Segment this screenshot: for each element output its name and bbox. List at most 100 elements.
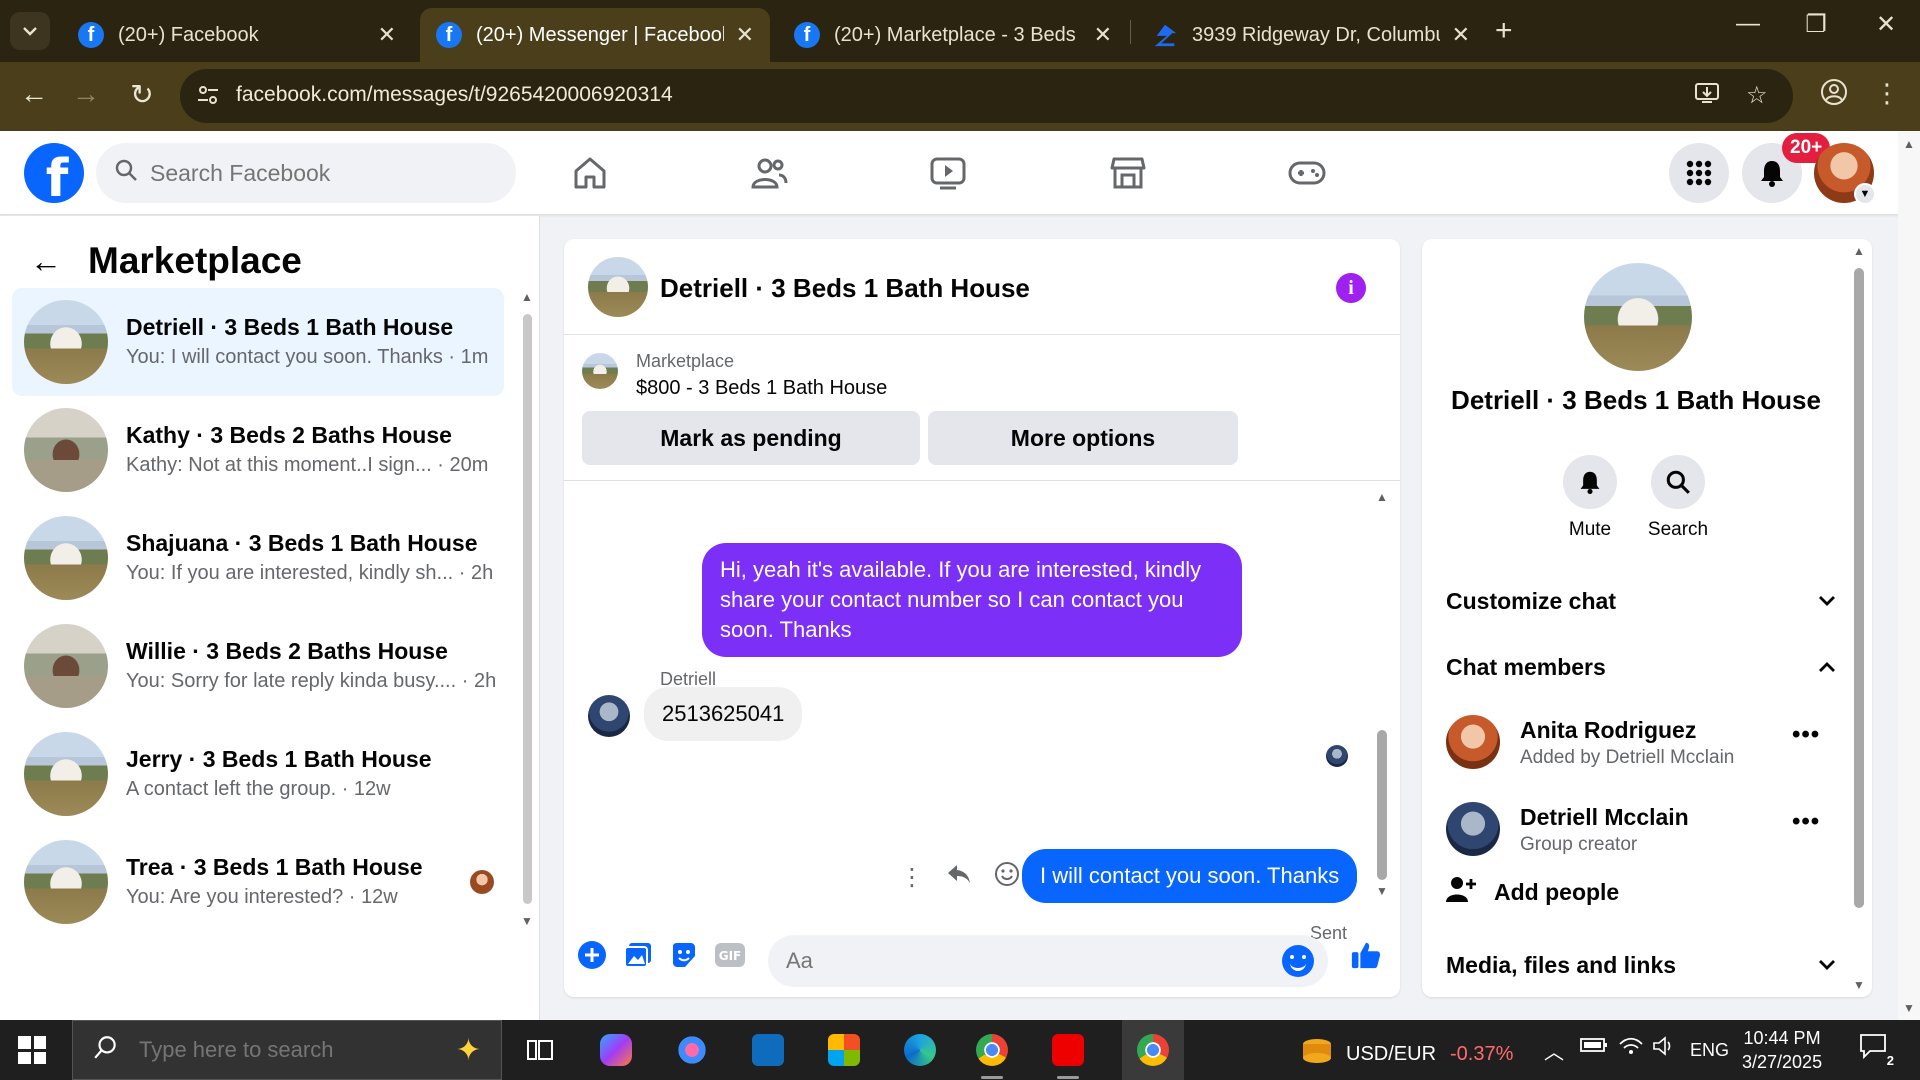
chrome-icon[interactable] [970, 1030, 1014, 1070]
gif-icon[interactable]: GIF [714, 939, 746, 971]
chat-avatar[interactable] [588, 257, 648, 317]
home-icon[interactable] [570, 153, 610, 193]
mute-button[interactable]: Mute [1545, 455, 1635, 541]
microsoft-store-icon[interactable] [822, 1030, 866, 1070]
info-panel-scrollbar[interactable]: ▲ ▼ [1852, 244, 1866, 992]
scroll-down-icon[interactable]: ▼ [1852, 978, 1866, 992]
bookmark-star-icon[interactable]: ☆ [1746, 81, 1768, 110]
mark-as-pending-button[interactable]: Mark as pending [582, 411, 920, 465]
search-input[interactable] [150, 159, 450, 187]
message-input-box[interactable] [768, 935, 1328, 987]
scroll-down-icon[interactable]: ▼ [1902, 1001, 1916, 1015]
scroll-up-icon[interactable]: ▲ [520, 290, 534, 304]
volume-icon[interactable] [1652, 1036, 1676, 1062]
marketplace-icon[interactable] [1108, 153, 1148, 193]
emoji-icon[interactable] [1282, 945, 1314, 977]
chat-scrollbar[interactable]: ▲ ▼ [1375, 490, 1389, 900]
conversation-item[interactable]: Detriell · 3 Beds 1 Bath House You: I wi… [12, 288, 504, 396]
sender-avatar[interactable] [588, 695, 630, 737]
close-icon[interactable]: ✕ [1452, 22, 1470, 48]
menu-grid-button[interactable] [1669, 143, 1729, 203]
plus-icon[interactable] [576, 939, 608, 971]
add-people-button[interactable]: Add people [1446, 875, 1619, 909]
wifi-icon[interactable] [1618, 1036, 1644, 1062]
facebook-logo[interactable]: f [24, 143, 84, 203]
copilot-sparkle-icon[interactable]: ✦ [456, 1033, 481, 1068]
chat-info-avatar[interactable] [1584, 263, 1692, 371]
scrollbar-thumb[interactable] [1377, 730, 1387, 880]
chat-title[interactable]: Detriell · 3 Beds 1 Bath House [660, 273, 1030, 304]
taskbar-search[interactable]: ✦ [72, 1020, 502, 1080]
gaming-icon[interactable] [1287, 153, 1327, 193]
video-icon[interactable] [928, 153, 968, 193]
edge-icon[interactable] [898, 1030, 942, 1070]
show-hidden-icons[interactable]: ︿ [1544, 1036, 1564, 1065]
system-clock[interactable]: 10:44 PM 3/27/2025 [1742, 1026, 1822, 1074]
conversation-list-scrollbar[interactable]: ▲ ▼ [520, 290, 534, 930]
info-icon[interactable]: i [1336, 273, 1366, 303]
scrollbar-thumb[interactable] [523, 314, 532, 904]
snipping-tool-icon[interactable] [670, 1030, 714, 1070]
chat-members-section[interactable]: Chat members [1446, 647, 1836, 687]
conversation-item[interactable]: Shajuana · 3 Beds 1 Bath House You: If y… [12, 504, 504, 612]
reply-icon[interactable] [946, 863, 972, 892]
new-tab-button[interactable]: + [1495, 14, 1513, 48]
task-view-icon[interactable] [518, 1030, 562, 1070]
incoming-message[interactable]: 2513625041 [644, 687, 803, 741]
copilot-app-icon[interactable] [594, 1030, 638, 1070]
close-icon[interactable]: ✕ [378, 22, 396, 48]
scroll-up-icon[interactable]: ▲ [1852, 244, 1866, 258]
scroll-up-icon[interactable]: ▲ [1902, 137, 1916, 151]
scroll-down-icon[interactable]: ▼ [1375, 884, 1389, 898]
friends-icon[interactable] [749, 153, 789, 193]
notification-center-icon[interactable]: 2 [1858, 1032, 1894, 1068]
conversation-item[interactable]: Kathy · 3 Beds 2 Baths House Kathy: Not … [12, 396, 504, 504]
close-icon[interactable]: ✕ [736, 22, 754, 48]
chat-member-item[interactable]: Anita Rodriguez Added by Detriell Mcclai… [1446, 711, 1836, 777]
taskbar-search-input[interactable] [139, 1037, 399, 1063]
browser-tab-facebook[interactable]: f (20+) Facebook ✕ [62, 8, 412, 62]
conversation-item[interactable]: Trea · 3 Beds 1 Bath House You: Are you … [12, 828, 504, 936]
outgoing-message[interactable]: I will contact you soon. Thanks [1022, 849, 1358, 903]
address-bar[interactable]: facebook.com/messages/t/9265420006920314… [180, 69, 1793, 123]
scroll-down-icon[interactable]: ▼ [520, 914, 534, 928]
sticker-icon[interactable] [668, 939, 700, 971]
stock-ticker-widget[interactable]: USD/EUR -0.37% [1300, 1036, 1513, 1072]
browser-menu-icon[interactable]: ⋮ [1874, 78, 1900, 109]
message-input[interactable] [786, 948, 1266, 974]
media-files-links-section[interactable]: Media, files and links [1446, 945, 1836, 985]
browser-tab-marketplace[interactable]: f (20+) Marketplace - 3 Beds 1 B ✕ [778, 8, 1128, 62]
listing-thumbnail[interactable] [582, 353, 618, 389]
profile-icon[interactable] [1814, 78, 1854, 113]
url-text[interactable]: facebook.com/messages/t/9265420006920314 [236, 83, 673, 107]
close-icon[interactable]: ✕ [1094, 22, 1112, 48]
customize-chat-section[interactable]: Customize chat [1446, 581, 1836, 621]
site-settings-icon[interactable] [196, 83, 222, 109]
more-actions-icon[interactable]: ⋮ [900, 863, 924, 892]
photo-icon[interactable] [622, 939, 654, 971]
page-scrollbar[interactable]: ▲ ▼ [1898, 131, 1920, 1020]
more-options-icon[interactable]: ••• [1792, 721, 1820, 749]
windows-start-icon[interactable] [18, 1036, 46, 1064]
install-app-icon[interactable] [1694, 81, 1720, 112]
thumbs-up-icon[interactable] [1350, 939, 1382, 971]
chrome-profile-icon[interactable] [1131, 1030, 1175, 1070]
language-indicator[interactable]: ENG [1690, 1040, 1729, 1061]
tab-search-button[interactable] [10, 12, 50, 50]
outgoing-message[interactable]: Hi, yeah it's available. If you are inte… [702, 543, 1242, 657]
restore-icon[interactable]: ❐ [1796, 10, 1836, 39]
facebook-search[interactable] [96, 143, 516, 203]
more-options-icon[interactable]: ••• [1792, 808, 1820, 836]
outlook-icon[interactable] [746, 1030, 790, 1070]
conversation-item[interactable]: Willie · 3 Beds 2 Baths House You: Sorry… [12, 612, 504, 720]
back-arrow-icon[interactable]: ← [14, 78, 54, 110]
forward-arrow-icon[interactable]: → [66, 78, 106, 110]
listing-price[interactable]: $800 - 3 Beds 1 Bath House [636, 377, 887, 400]
window-close-icon[interactable]: ✕ [1866, 10, 1906, 39]
browser-tab-zillow[interactable]: 3939 Ridgeway Dr, Columbus, C ✕ [1136, 8, 1486, 62]
search-conversation-button[interactable]: Search [1633, 455, 1723, 541]
scrollbar-thumb[interactable] [1854, 268, 1864, 908]
youtube-app-icon[interactable] [1046, 1030, 1090, 1070]
conversation-item[interactable]: Jerry · 3 Beds 1 Bath House A contact le… [12, 720, 504, 828]
minimize-icon[interactable]: — [1728, 10, 1768, 38]
